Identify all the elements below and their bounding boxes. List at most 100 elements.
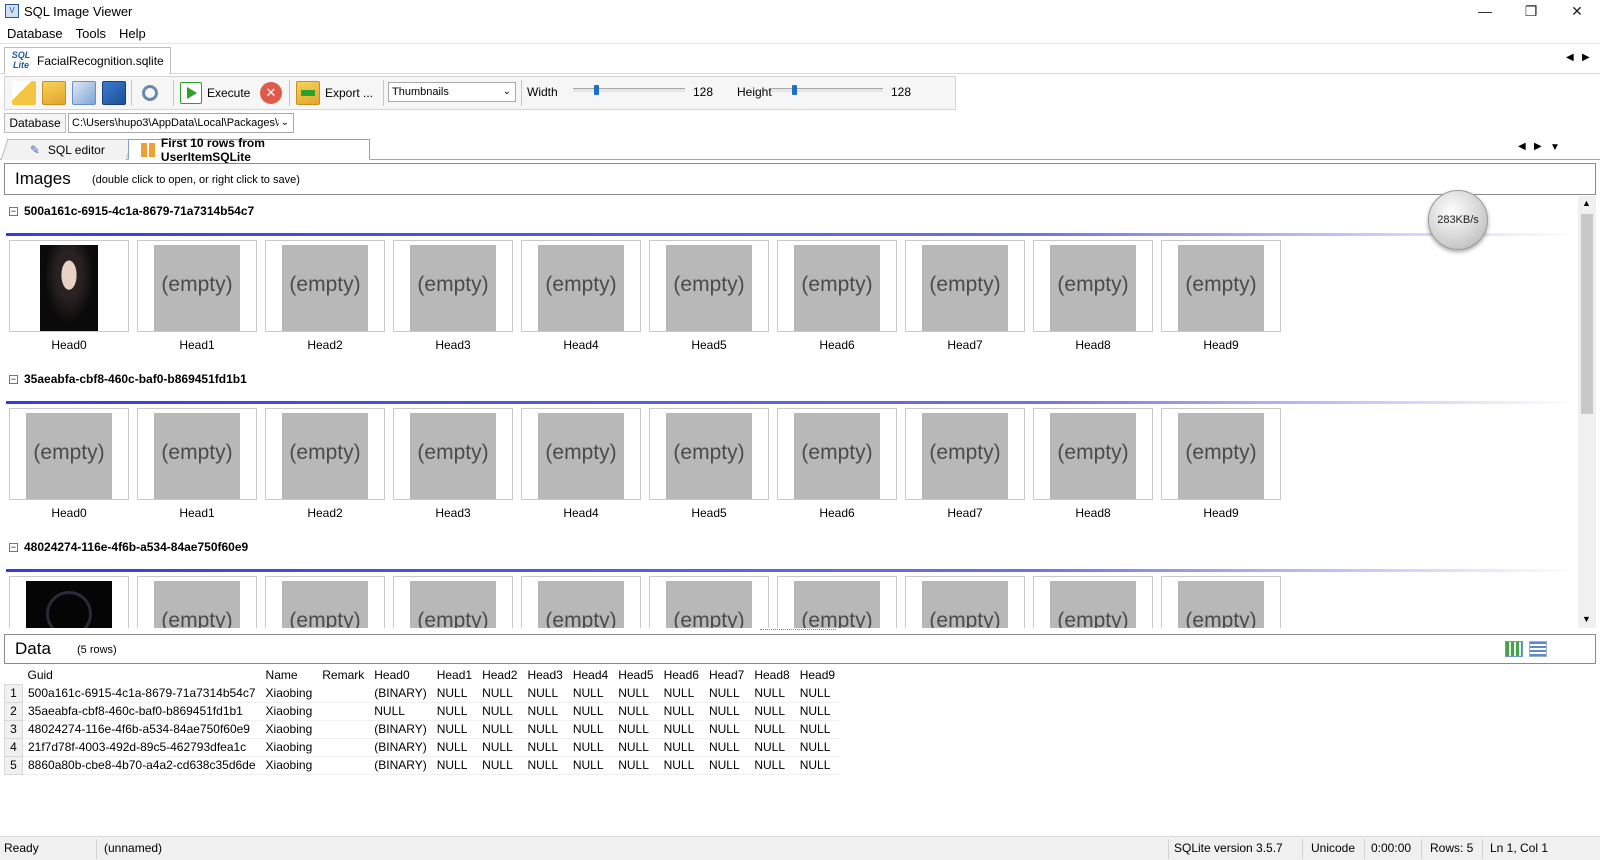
table-cell[interactable]: NULL xyxy=(567,702,614,721)
table-cell[interactable]: NULL xyxy=(567,738,614,757)
column-header[interactable]: Head0 xyxy=(369,666,431,684)
tab-scroll-left-icon[interactable]: ◀ xyxy=(1566,52,1574,63)
restore-button[interactable]: ❐ xyxy=(1508,0,1554,24)
column-header[interactable]: Head3 xyxy=(522,666,567,684)
image-thumbnail[interactable]: (empty) xyxy=(1033,240,1153,332)
table-cell[interactable]: Xiaobing xyxy=(260,684,318,703)
column-header[interactable]: Head6 xyxy=(659,666,704,684)
image-thumbnail[interactable]: (empty) xyxy=(137,576,257,628)
menu-tools[interactable]: Tools xyxy=(76,24,106,44)
image-thumbnail[interactable]: (empty) xyxy=(265,240,385,332)
table-row[interactable]: 2 35aeabfa-cbf8-460c-baf0-b869451fd1b1 Xia… xyxy=(4,701,841,721)
column-header[interactable]: Head9 xyxy=(795,666,840,684)
table-row[interactable]: 3 48024274-116e-4f6b-a534-84ae750f60e9 Xia… xyxy=(4,719,841,739)
table-cell[interactable]: NULL xyxy=(431,720,478,739)
table-cell[interactable]: NULL xyxy=(794,756,841,775)
image-thumbnail[interactable]: (empty) xyxy=(265,408,385,500)
images-scrollbar[interactable]: ▲ ▼ xyxy=(1578,196,1596,628)
table-cell[interactable]: 35aeabfa-cbf8-460c-baf0-b869451fd1b1 xyxy=(22,702,261,721)
panel-splitter[interactable] xyxy=(760,629,836,632)
table-cell[interactable]: NULL xyxy=(658,738,704,757)
table-row[interactable]: 5 8860a80b-cbe8-4b70-a4a2-cd638c35d6de Xia… xyxy=(4,755,841,775)
table-row[interactable]: 1 500a161c-6915-4c1a-8679-71a7314b54c7 Xia… xyxy=(4,683,841,703)
column-header[interactable]: Head1 xyxy=(432,666,477,684)
column-header[interactable]: Head2 xyxy=(477,666,522,684)
table-cell[interactable]: Xiaobing xyxy=(260,702,318,721)
column-header[interactable]: Head7 xyxy=(704,666,749,684)
cancel-button[interactable]: ✕ xyxy=(257,80,285,106)
height-slider-thumb[interactable] xyxy=(792,85,798,95)
table-cell[interactable]: NULL xyxy=(749,720,795,739)
copy-button[interactable] xyxy=(69,80,99,106)
table-cell[interactable]: Xiaobing xyxy=(260,738,318,757)
image-thumbnail[interactable]: (empty) xyxy=(9,408,129,500)
table-cell[interactable]: NULL xyxy=(794,684,841,703)
column-header[interactable]: Head4 xyxy=(568,666,613,684)
table-cell[interactable]: NULL xyxy=(703,684,750,703)
width-slider[interactable] xyxy=(573,85,685,95)
image-thumbnail[interactable]: (empty) xyxy=(777,408,897,500)
table-cell[interactable]: Xiaobing xyxy=(260,720,318,739)
table-cell[interactable] xyxy=(317,684,370,703)
new-database-button[interactable] xyxy=(9,80,39,106)
table-cell[interactable]: NULL xyxy=(522,756,568,775)
image-thumbnail[interactable] xyxy=(9,576,129,628)
table-cell[interactable]: NULL xyxy=(477,702,523,721)
collapse-icon[interactable]: − xyxy=(9,206,18,216)
table-cell[interactable]: NULL xyxy=(658,720,704,739)
column-header[interactable]: Guid xyxy=(23,666,261,684)
image-thumbnail[interactable]: (empty) xyxy=(777,240,897,332)
table-cell[interactable]: NULL xyxy=(749,756,795,775)
image-thumbnail[interactable]: (empty) xyxy=(1161,576,1281,628)
table-cell[interactable]: NULL xyxy=(613,756,659,775)
table-cell[interactable]: NULL xyxy=(613,702,659,721)
file-tab[interactable]: SQL Lite FacialRecognition.sqlite xyxy=(4,47,171,74)
image-thumbnail[interactable]: (empty) xyxy=(1033,576,1153,628)
image-thumbnail[interactable]: (empty) xyxy=(393,576,513,628)
column-header[interactable]: Head8 xyxy=(749,666,794,684)
table-cell[interactable]: NULL xyxy=(703,756,750,775)
table-cell[interactable]: (BINARY) xyxy=(369,684,432,703)
image-thumbnail[interactable]: (empty) xyxy=(137,240,257,332)
table-cell[interactable]: 8860a80b-cbe8-4b70-a4a2-cd638c35d6de xyxy=(22,756,261,775)
table-cell[interactable]: NULL xyxy=(613,684,659,703)
table-cell[interactable]: NULL xyxy=(613,720,659,739)
tab-scroll-left-icon[interactable]: ◀ xyxy=(1518,141,1526,152)
export-button[interactable]: Export ... xyxy=(293,80,376,106)
scrollbar-thumb[interactable] xyxy=(1581,214,1593,414)
table-cell[interactable]: NULL xyxy=(522,684,568,703)
table-cell[interactable]: NULL xyxy=(431,738,478,757)
height-slider[interactable] xyxy=(771,85,883,95)
close-window-button[interactable]: ✕ xyxy=(1554,0,1600,24)
image-thumbnail[interactable]: (empty) xyxy=(777,576,897,628)
column-header[interactable]: Remark xyxy=(317,666,369,684)
image-thumbnail[interactable]: (empty) xyxy=(521,408,641,500)
table-cell[interactable] xyxy=(317,756,370,775)
collapse-icon[interactable]: − xyxy=(9,542,18,552)
width-slider-thumb[interactable] xyxy=(594,85,600,95)
tab-scroll-right-icon[interactable]: ▶ xyxy=(1534,141,1542,152)
column-header[interactable]: Name xyxy=(261,666,318,684)
image-thumbnail[interactable]: (empty) xyxy=(521,576,641,628)
image-thumbnail[interactable]: (empty) xyxy=(905,576,1025,628)
table-cell[interactable]: 48024274-116e-4f6b-a534-84ae750f60e9 xyxy=(22,720,261,739)
column-header[interactable]: Head5 xyxy=(613,666,658,684)
table-cell[interactable]: NULL xyxy=(703,702,750,721)
table-cell[interactable]: NULL xyxy=(522,702,568,721)
save-button[interactable] xyxy=(99,80,129,106)
image-thumbnail[interactable]: (empty) xyxy=(905,408,1025,500)
table-cell[interactable]: NULL xyxy=(431,702,478,721)
image-thumbnail[interactable]: (empty) xyxy=(649,408,769,500)
image-group-header[interactable]: −48024274-116e-4f6b-a534-84ae750f60e9 xyxy=(9,540,248,554)
image-thumbnail[interactable]: (empty) xyxy=(393,240,513,332)
database-path-select[interactable]: C:\Users\hupo3\AppData\Local\Packages\8 … xyxy=(68,113,294,133)
image-thumbnail[interactable]: (empty) xyxy=(137,408,257,500)
tab-scroll-right-icon[interactable]: ▶ xyxy=(1582,52,1590,63)
table-cell[interactable]: NULL xyxy=(431,756,478,775)
table-cell[interactable]: NULL xyxy=(703,738,750,757)
find-button[interactable] xyxy=(137,80,163,106)
table-cell[interactable]: NULL xyxy=(477,756,523,775)
table-cell[interactable] xyxy=(317,702,370,721)
table-cell[interactable]: NULL xyxy=(794,738,841,757)
table-cell[interactable]: Xiaobing xyxy=(260,756,318,775)
